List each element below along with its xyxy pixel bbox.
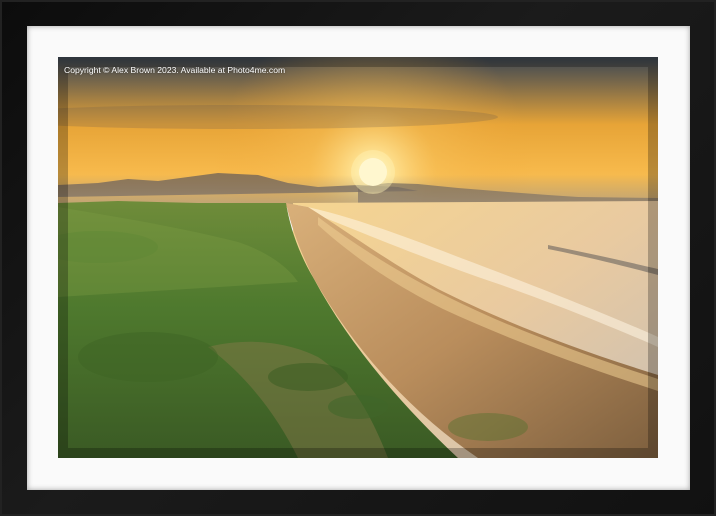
copyright-watermark: Copyright © Alex Brown 2023. Available a… xyxy=(64,65,286,75)
grass-tuft xyxy=(328,395,388,419)
grass-tuft xyxy=(268,363,348,391)
picture-frame: Copyright © Alex Brown 2023. Available a… xyxy=(0,0,716,516)
landscape-image xyxy=(58,57,658,458)
grass-tuft xyxy=(78,332,218,382)
grass-tuft xyxy=(448,413,528,441)
framed-photo: Copyright © Alex Brown 2023. Available a… xyxy=(58,57,658,458)
sun-halo xyxy=(351,150,395,194)
